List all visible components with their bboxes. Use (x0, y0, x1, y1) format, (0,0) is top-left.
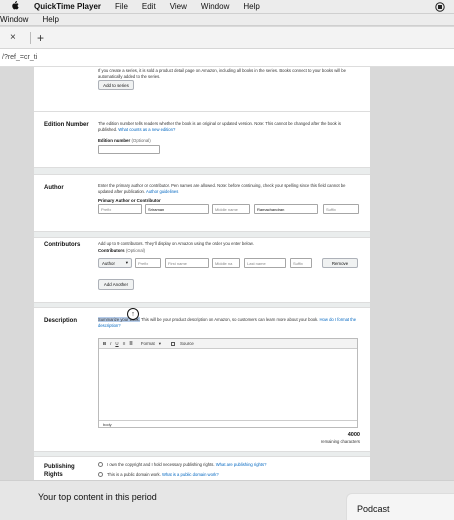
podcast-card[interactable]: Podcast (346, 493, 454, 520)
contributors-help-text: Add up to 9 contributors. They'll displa… (98, 241, 254, 246)
cursor-indicator-icon: ↑ (127, 308, 139, 320)
author-field-label: Primary Author or Contributor (98, 198, 161, 203)
edition-field-label: Edition number (Optional) (98, 138, 151, 143)
contributors-label: Contributors (44, 242, 81, 248)
source-label: Source (179, 341, 194, 346)
contributors-field-label-text: Contributors (98, 248, 125, 253)
top-content-title: Your top content in this period (38, 492, 157, 502)
source-code-icon (170, 341, 175, 346)
address-bar[interactable]: /?ref_=cr_ti (0, 49, 454, 67)
author-last-name-input[interactable]: Ramachandran (254, 204, 318, 214)
chevron-down-icon: ▾ (125, 260, 128, 265)
underline-button[interactable]: U (115, 341, 118, 346)
edition-number-input[interactable] (98, 145, 160, 154)
menu-window-2[interactable]: Window (0, 15, 28, 24)
menu-help[interactable]: Help (243, 2, 259, 11)
chevron-down-icon: ▾ (158, 340, 161, 346)
character-count: 4000 (347, 432, 360, 438)
rights-option-own[interactable]: I own the copyright and I hold necessary… (98, 462, 360, 468)
series-help-text: If you create a series, it is sold a pro… (98, 68, 346, 79)
remove-contributor-button[interactable]: Remove (322, 258, 358, 268)
edition-section: Edition Number The edition number tells … (34, 111, 370, 168)
editor-toolbar: B I U ≡ ≣ Format ▾ Source (99, 339, 357, 349)
kdp-details-page: If you create a series, it is sold a pro… (34, 67, 370, 480)
bold-button[interactable]: B (103, 341, 106, 346)
new-tab-icon[interactable]: + (37, 31, 44, 45)
contributor-last-name-input[interactable]: Last name (244, 258, 286, 268)
contributor-first-name-input[interactable]: First name (165, 258, 209, 268)
contributors-field-label: Contributors (Optional) (98, 248, 145, 253)
bulleted-list-icon[interactable]: ≣ (129, 341, 133, 347)
edition-label: Edition Number (44, 122, 89, 128)
description-section: Description Summarize your book. This wi… (34, 307, 370, 452)
rights-option-public-domain-text: This is a public domain work. (107, 472, 161, 477)
series-section: If you create a series, it is sold a pro… (34, 67, 370, 112)
publishing-rights-link[interactable]: What are publishing rights? (216, 462, 267, 468)
secondary-menubar: Window Help (0, 14, 454, 26)
contributors-section: Contributors Add up to 9 contributors. T… (34, 237, 370, 303)
description-label: Description (44, 318, 78, 324)
contributors-optional: (Optional) (125, 248, 146, 253)
contributor-role-value: Author (102, 260, 115, 266)
tab-divider (30, 31, 31, 44)
menu-app-name[interactable]: QuickTime Player (34, 2, 101, 11)
contributor-suffix-input[interactable]: Suffix (290, 258, 312, 268)
author-section: Author Enter the primary author or contr… (34, 174, 370, 232)
menu-help-2[interactable]: Help (42, 15, 58, 24)
menu-window[interactable]: Window (201, 2, 229, 11)
description-help: Summarize your book. This will be your p… (98, 317, 360, 328)
rights-option-public-domain[interactable]: This is a public domain work. What is a … (98, 472, 360, 478)
radio-button-icon[interactable] (98, 472, 103, 478)
podcast-label: Podcast (357, 504, 390, 514)
close-tab-icon[interactable]: × (10, 32, 24, 43)
editor-path: body (99, 420, 357, 427)
numbered-list-icon[interactable]: ≡ (123, 341, 126, 346)
author-prefix-input[interactable]: Prefix (98, 204, 142, 214)
description-help-text: This will be your product description on… (139, 317, 319, 322)
apple-icon[interactable] (10, 1, 20, 12)
bottom-overlay-panel: Your top content in this period Podcast (0, 480, 454, 520)
add-another-button[interactable]: Add Another (98, 279, 134, 290)
contributor-role-select[interactable]: Author ▾ (98, 258, 132, 268)
format-dropdown[interactable]: Format (141, 341, 155, 346)
public-domain-link[interactable]: What is a public domain work? (162, 472, 219, 478)
menu-edit[interactable]: Edit (142, 2, 156, 11)
edition-field-label-text: Edition number (98, 138, 131, 143)
character-count-label: remaining characters (320, 439, 360, 444)
author-middle-name-input[interactable]: Middle name (212, 204, 250, 214)
radio-button-icon[interactable] (98, 462, 103, 468)
menu-view[interactable]: View (170, 2, 187, 11)
edition-help-link[interactable]: What counts as a new edition? (118, 127, 175, 132)
description-editor[interactable]: B I U ≡ ≣ Format ▾ Source body (98, 338, 358, 428)
contributor-prefix-input[interactable]: Prefix (135, 258, 161, 268)
menu-file[interactable]: File (115, 2, 128, 11)
publishing-rights-section: Publishing Rights I own the copyright an… (34, 456, 370, 480)
browser-tab-strip: × + (0, 27, 454, 49)
url-text: /?ref_=cr_ti (2, 54, 38, 61)
edition-help: The edition number tells readers whether… (98, 121, 360, 132)
author-help: Enter the primary author or contributor.… (98, 183, 360, 194)
screen-record-icon[interactable] (432, 1, 448, 12)
mac-menubar: QuickTime Player File Edit View Window H… (0, 0, 454, 14)
add-to-series-button[interactable]: Add to series (98, 80, 134, 90)
source-button[interactable]: Source (167, 341, 194, 346)
rights-option-own-text: I own the copyright and I hold necessary… (107, 462, 215, 467)
contributor-middle-name-input[interactable]: Middle na (212, 258, 240, 268)
italic-button[interactable]: I (110, 341, 111, 346)
author-suffix-input[interactable]: Suffix (323, 204, 359, 214)
author-help-text: Enter the primary author or contributor.… (98, 183, 346, 194)
author-first-name-input[interactable]: Sriraman (145, 204, 209, 214)
author-guidelines-link[interactable]: Author guidelines (146, 189, 178, 194)
edition-optional: (Optional) (131, 138, 151, 143)
author-label: Author (44, 185, 64, 191)
publishing-rights-label: Publishing Rights (44, 464, 75, 478)
